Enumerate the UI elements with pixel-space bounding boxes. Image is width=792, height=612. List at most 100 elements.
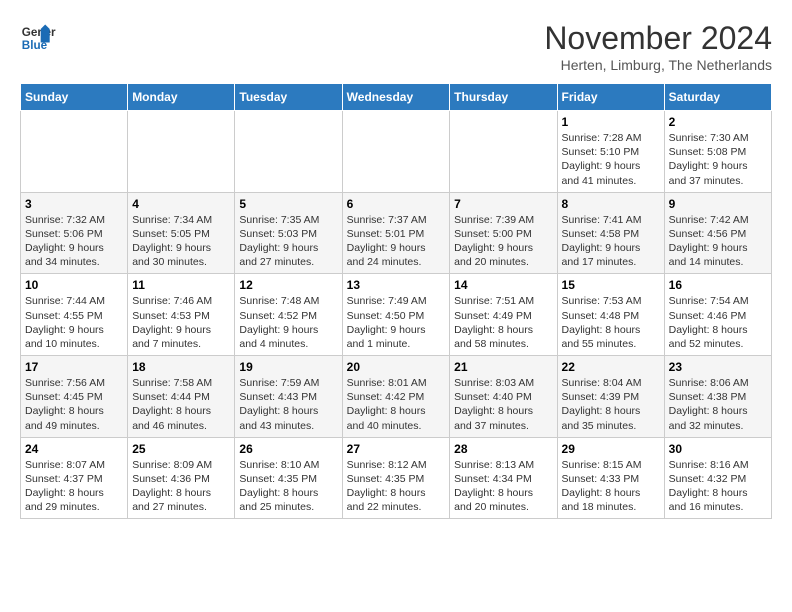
calendar-cell: 4Sunrise: 7:34 AM Sunset: 5:05 PM Daylig… bbox=[128, 192, 235, 274]
title-block: November 2024 Herten, Limburg, The Nethe… bbox=[544, 20, 772, 73]
calendar-cell bbox=[128, 111, 235, 193]
day-number: 15 bbox=[562, 278, 660, 292]
calendar-cell: 9 Sunrise: 7:42 AM Sunset: 4:56 PM Daylig… bbox=[664, 192, 771, 274]
calendar-week-1: 1 Sunrise: 7:28 AM Sunset: 5:10 PM Daylig… bbox=[21, 111, 772, 193]
day-number: 18 bbox=[132, 360, 230, 374]
day-info: Sunrise: 7:59 AM Sunset: 4:43 PM Dayligh… bbox=[239, 376, 337, 433]
day-info: Sunrise: 8:01 AM Sunset: 4:42 PM Dayligh… bbox=[347, 376, 446, 433]
day-number: 26 bbox=[239, 442, 337, 456]
calendar-cell bbox=[235, 111, 342, 193]
calendar-week-3: 10 Sunrise: 7:44 AM Sunset: 4:55 PM Dayli… bbox=[21, 274, 772, 356]
calendar-cell: 13 Sunrise: 7:49 AM Sunset: 4:50 PM Dayli… bbox=[342, 274, 450, 356]
page-header: General Blue November 2024 Herten, Limbu… bbox=[20, 20, 772, 73]
day-number: 25 bbox=[132, 442, 230, 456]
day-number: 19 bbox=[239, 360, 337, 374]
day-info: Sunrise: 7:35 AM Sunset: 5:03 PM Dayligh… bbox=[239, 213, 337, 270]
day-info: Sunrise: 7:58 AM Sunset: 4:44 PM Dayligh… bbox=[132, 376, 230, 433]
day-number: 20 bbox=[347, 360, 446, 374]
day-info: Sunrise: 8:10 AM Sunset: 4:35 PM Dayligh… bbox=[239, 458, 337, 515]
calendar-cell: 23 Sunrise: 8:06 AM Sunset: 4:38 PM Dayli… bbox=[664, 356, 771, 438]
day-info: Sunrise: 8:12 AM Sunset: 4:35 PM Dayligh… bbox=[347, 458, 446, 515]
day-info: Sunrise: 8:04 AM Sunset: 4:39 PM Dayligh… bbox=[562, 376, 660, 433]
weekday-header-tuesday: Tuesday bbox=[235, 84, 342, 111]
day-info: Sunrise: 8:15 AM Sunset: 4:33 PM Dayligh… bbox=[562, 458, 660, 515]
day-info: Sunrise: 7:49 AM Sunset: 4:50 PM Dayligh… bbox=[347, 294, 446, 351]
day-info: Sunrise: 7:42 AM Sunset: 4:56 PM Dayligh… bbox=[669, 213, 767, 270]
calendar-cell: 14Sunrise: 7:51 AM Sunset: 4:49 PM Dayli… bbox=[450, 274, 557, 356]
calendar-week-4: 17Sunrise: 7:56 AM Sunset: 4:45 PM Dayli… bbox=[21, 356, 772, 438]
calendar-cell: 27 Sunrise: 8:12 AM Sunset: 4:35 PM Dayli… bbox=[342, 437, 450, 519]
weekday-header-friday: Friday bbox=[557, 84, 664, 111]
calendar-cell: 18 Sunrise: 7:58 AM Sunset: 4:44 PM Dayli… bbox=[128, 356, 235, 438]
day-number: 13 bbox=[347, 278, 446, 292]
day-number: 8 bbox=[562, 197, 660, 211]
calendar-body: 1 Sunrise: 7:28 AM Sunset: 5:10 PM Daylig… bbox=[21, 111, 772, 519]
calendar-cell bbox=[342, 111, 450, 193]
weekday-header-monday: Monday bbox=[128, 84, 235, 111]
day-info: Sunrise: 7:34 AM Sunset: 5:05 PM Dayligh… bbox=[132, 213, 230, 270]
calendar-cell: 30Sunrise: 8:16 AM Sunset: 4:32 PM Dayli… bbox=[664, 437, 771, 519]
calendar-cell: 24 Sunrise: 8:07 AM Sunset: 4:37 PM Dayli… bbox=[21, 437, 128, 519]
calendar-cell: 22Sunrise: 8:04 AM Sunset: 4:39 PM Dayli… bbox=[557, 356, 664, 438]
day-number: 14 bbox=[454, 278, 552, 292]
calendar-cell: 25 Sunrise: 8:09 AM Sunset: 4:36 PM Dayli… bbox=[128, 437, 235, 519]
day-info: Sunrise: 8:07 AM Sunset: 4:37 PM Dayligh… bbox=[25, 458, 123, 515]
day-number: 21 bbox=[454, 360, 552, 374]
day-number: 30 bbox=[669, 442, 767, 456]
day-number: 1 bbox=[562, 115, 660, 129]
calendar-cell: 29 Sunrise: 8:15 AM Sunset: 4:33 PM Dayli… bbox=[557, 437, 664, 519]
day-info: Sunrise: 7:46 AM Sunset: 4:53 PM Dayligh… bbox=[132, 294, 230, 351]
day-number: 23 bbox=[669, 360, 767, 374]
calendar-week-2: 3 Sunrise: 7:32 AM Sunset: 5:06 PM Daylig… bbox=[21, 192, 772, 274]
month-title: November 2024 bbox=[544, 20, 772, 57]
calendar-cell: 10 Sunrise: 7:44 AM Sunset: 4:55 PM Dayli… bbox=[21, 274, 128, 356]
day-info: Sunrise: 7:44 AM Sunset: 4:55 PM Dayligh… bbox=[25, 294, 123, 351]
weekday-header-wednesday: Wednesday bbox=[342, 84, 450, 111]
calendar-cell: 6 Sunrise: 7:37 AM Sunset: 5:01 PM Daylig… bbox=[342, 192, 450, 274]
day-info: Sunrise: 7:56 AM Sunset: 4:45 PM Dayligh… bbox=[25, 376, 123, 433]
day-info: Sunrise: 8:09 AM Sunset: 4:36 PM Dayligh… bbox=[132, 458, 230, 515]
day-info: Sunrise: 7:39 AM Sunset: 5:00 PM Dayligh… bbox=[454, 213, 552, 270]
weekday-header-saturday: Saturday bbox=[664, 84, 771, 111]
day-number: 12 bbox=[239, 278, 337, 292]
day-number: 6 bbox=[347, 197, 446, 211]
calendar-header-row: SundayMondayTuesdayWednesdayThursdayFrid… bbox=[21, 84, 772, 111]
day-info: Sunrise: 8:03 AM Sunset: 4:40 PM Dayligh… bbox=[454, 376, 552, 433]
day-number: 2 bbox=[669, 115, 767, 129]
day-info: Sunrise: 7:41 AM Sunset: 4:58 PM Dayligh… bbox=[562, 213, 660, 270]
day-info: Sunrise: 7:37 AM Sunset: 5:01 PM Dayligh… bbox=[347, 213, 446, 270]
calendar-cell: 5 Sunrise: 7:35 AM Sunset: 5:03 PM Daylig… bbox=[235, 192, 342, 274]
location-subtitle: Herten, Limburg, The Netherlands bbox=[544, 57, 772, 73]
calendar-cell: 3 Sunrise: 7:32 AM Sunset: 5:06 PM Daylig… bbox=[21, 192, 128, 274]
logo-icon: General Blue bbox=[20, 20, 56, 56]
calendar-cell: 7 Sunrise: 7:39 AM Sunset: 5:00 PM Daylig… bbox=[450, 192, 557, 274]
calendar-cell: 26 Sunrise: 8:10 AM Sunset: 4:35 PM Dayli… bbox=[235, 437, 342, 519]
calendar-cell: 15 Sunrise: 7:53 AM Sunset: 4:48 PM Dayli… bbox=[557, 274, 664, 356]
day-info: Sunrise: 7:54 AM Sunset: 4:46 PM Dayligh… bbox=[669, 294, 767, 351]
weekday-header-sunday: Sunday bbox=[21, 84, 128, 111]
calendar-table: SundayMondayTuesdayWednesdayThursdayFrid… bbox=[20, 83, 772, 519]
calendar-cell: 16Sunrise: 7:54 AM Sunset: 4:46 PM Dayli… bbox=[664, 274, 771, 356]
logo: General Blue bbox=[20, 20, 56, 56]
day-info: Sunrise: 7:48 AM Sunset: 4:52 PM Dayligh… bbox=[239, 294, 337, 351]
day-number: 5 bbox=[239, 197, 337, 211]
day-number: 27 bbox=[347, 442, 446, 456]
day-number: 7 bbox=[454, 197, 552, 211]
day-number: 28 bbox=[454, 442, 552, 456]
day-number: 11 bbox=[132, 278, 230, 292]
day-number: 29 bbox=[562, 442, 660, 456]
calendar-cell: 20 Sunrise: 8:01 AM Sunset: 4:42 PM Dayli… bbox=[342, 356, 450, 438]
calendar-cell: 11 Sunrise: 7:46 AM Sunset: 4:53 PM Dayli… bbox=[128, 274, 235, 356]
calendar-cell: 19 Sunrise: 7:59 AM Sunset: 4:43 PM Dayli… bbox=[235, 356, 342, 438]
day-info: Sunrise: 8:06 AM Sunset: 4:38 PM Dayligh… bbox=[669, 376, 767, 433]
calendar-cell bbox=[450, 111, 557, 193]
calendar-cell: 17Sunrise: 7:56 AM Sunset: 4:45 PM Dayli… bbox=[21, 356, 128, 438]
day-info: Sunrise: 7:32 AM Sunset: 5:06 PM Dayligh… bbox=[25, 213, 123, 270]
day-info: Sunrise: 7:53 AM Sunset: 4:48 PM Dayligh… bbox=[562, 294, 660, 351]
calendar-cell: 28Sunrise: 8:13 AM Sunset: 4:34 PM Dayli… bbox=[450, 437, 557, 519]
day-number: 9 bbox=[669, 197, 767, 211]
day-number: 3 bbox=[25, 197, 123, 211]
day-number: 24 bbox=[25, 442, 123, 456]
day-info: Sunrise: 7:28 AM Sunset: 5:10 PM Dayligh… bbox=[562, 131, 660, 188]
day-number: 10 bbox=[25, 278, 123, 292]
